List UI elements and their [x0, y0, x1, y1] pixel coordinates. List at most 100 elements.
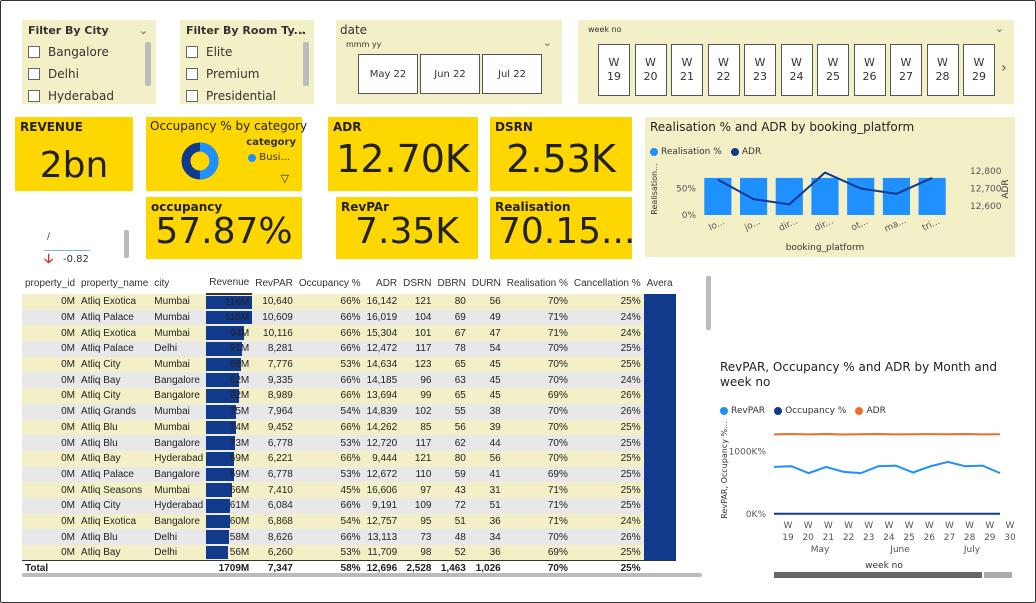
revenue-text: 73M	[229, 437, 250, 449]
week-option[interactable]: W 22	[707, 44, 740, 96]
column-header[interactable]: Cancellation %	[571, 272, 644, 294]
table-row[interactable]: 0M Atliq Palace Delhi 91M 8,281 66% 12,472 117 7…	[22, 341, 676, 357]
date-option[interactable]: Jun 22	[420, 54, 480, 94]
column-header[interactable]: DURN	[469, 272, 504, 294]
table-row[interactable]: 0M Atliq Seasons Mumbai 66M 7,410 45% 16,606 97…	[22, 482, 676, 498]
city-option[interactable]: Delhi	[28, 63, 150, 85]
column-header[interactable]: RevPAR	[252, 272, 296, 294]
chevron-down-icon[interactable]: ⌄	[543, 36, 552, 49]
date-option[interactable]: May 22	[358, 54, 418, 94]
bar-realisation[interactable]	[704, 177, 732, 215]
chevron-right-icon[interactable]: ›	[1001, 60, 1007, 76]
realisation-chart-svg[interactable]: 50% 0% 12,800 12,700 12,600 lo... jo... dir... d…	[645, 117, 1015, 257]
checkbox-icon[interactable]	[186, 90, 198, 102]
table-row[interactable]: 0M Atliq Bay Delhi 56M 6,260 53% 11,709 98 52 36 6…	[22, 545, 676, 561]
table-cell: 25%	[570, 294, 644, 310]
week-option[interactable]: W 23	[744, 44, 776, 96]
checkbox-icon[interactable]	[28, 90, 40, 102]
table-cell: 14,262	[363, 419, 401, 436]
table-row[interactable]: 0M Atliq Blu Delhi 58M 8,626 66% 13,113 73 48 34 7…	[22, 529, 676, 545]
y-tick-label: 0K%	[746, 510, 767, 520]
kpi-scrollbar[interactable]	[124, 230, 129, 258]
table-row[interactable]: 0M Atliq Exotica Bangalore 60M 6,868 54% 12,75…	[22, 513, 676, 530]
bar-realisation[interactable]	[811, 177, 839, 215]
trend-symbol: /	[47, 232, 51, 242]
table-row[interactable]: 0M Atliq Bay Hyderabad 69M 6,221 66% 9,444 121 8…	[22, 450, 676, 467]
checkbox-icon[interactable]	[186, 46, 198, 58]
trend-chart-svg[interactable]: 1000K% 0K% W 19 W 20 W 21 W 22 W 23 W 24 W 25 W 26 W 27 W 28 W…	[716, 360, 1016, 580]
column-header[interactable]: property_id	[22, 272, 78, 294]
table-cell: 24%	[570, 309, 644, 326]
column-header[interactable]: property_name	[78, 272, 151, 294]
table-cell: 0M	[22, 372, 79, 389]
city-option[interactable]: Bangalore	[28, 41, 150, 63]
room-scrollbar[interactable]	[303, 42, 309, 86]
caret-down-icon[interactable]: ▽	[281, 172, 289, 185]
city-option[interactable]: Hyderabad	[28, 85, 150, 107]
chart-hscrollbar[interactable]	[774, 572, 982, 578]
table-cell: Atliq Palace	[78, 309, 152, 326]
x-tick-label: dir...	[777, 216, 799, 233]
table-row[interactable]: 0M Atliq Blu Mumbai 74M 9,452 66% 14,262 85 56 39…	[22, 419, 676, 436]
column-header[interactable]: Realisation %	[504, 272, 571, 294]
donut-legend-item[interactable]: Busi...	[248, 152, 290, 163]
week-option[interactable]: W 24	[780, 44, 813, 96]
bar-realisation[interactable]	[740, 177, 768, 215]
table-row[interactable]: 0M Atliq City Bangalore 82M 8,989 66% 13,694 99…	[22, 388, 676, 404]
week-option[interactable]: W 26	[853, 44, 886, 96]
week-option[interactable]: W 28	[926, 44, 959, 96]
room-option[interactable]: Elite	[186, 41, 308, 63]
date-option[interactable]: Jul 22	[482, 54, 542, 94]
week-option[interactable]: W 27	[890, 44, 922, 96]
table-cell: 85	[400, 419, 435, 436]
week-option[interactable]: W 20	[634, 44, 667, 96]
week-option[interactable]: W 19	[598, 44, 630, 96]
column-header[interactable]: Revenue	[206, 272, 253, 295]
room-option[interactable]: Premium	[186, 63, 308, 85]
table-row[interactable]: 0M Atliq Palace Mumbai 115M 10,609 66% 16,019 1…	[22, 309, 676, 326]
revenue-text: 88M	[229, 359, 250, 371]
bar-realisation[interactable]	[918, 177, 946, 215]
table-row[interactable]: 0M Atliq City Hyderabad 61M 6,084 66% 9,191 109…	[22, 497, 676, 514]
table-cell: 51	[434, 513, 469, 530]
week-option[interactable]: W 25	[817, 44, 849, 96]
table-cell: 11,709	[363, 545, 401, 561]
table-row[interactable]: 0M Atliq Blu Bangalore 73M 6,778 53% 12,720 117…	[22, 435, 676, 451]
checkbox-icon[interactable]	[186, 68, 198, 80]
column-header[interactable]: city	[151, 272, 206, 294]
table-row[interactable]: 0M Atliq City Mumbai 88M 7,776 53% 14,634 123 65…	[22, 356, 676, 373]
table-hscrollbar[interactable]	[22, 573, 702, 577]
chevron-down-icon[interactable]: ⌄	[995, 22, 1004, 35]
table-row[interactable]: 0M Atliq Exotica Mumbai 116M 10,640 66% 16,142…	[22, 294, 676, 310]
column-header[interactable]: Occupancy %	[296, 272, 364, 294]
month-label: May	[811, 545, 830, 555]
chart-hscrollbar-track[interactable]	[984, 572, 1012, 578]
week-option[interactable]: W 29	[963, 44, 995, 96]
date-slicer: date mmm yy ⌄ May 22 Jun 22 Jul 22	[336, 20, 562, 104]
donut-chart[interactable]	[180, 141, 220, 181]
column-header[interactable]: Avera	[644, 272, 676, 294]
chevron-down-icon[interactable]: ⌄	[139, 24, 148, 37]
chevron-down-icon[interactable]: ⌄	[297, 24, 306, 37]
table-row[interactable]: 0M Atliq Palace Bangalore 69M 6,778 53% 12,672…	[22, 466, 676, 483]
table-row[interactable]: 0M Atliq Exotica Mumbai 94M 10,116 66% 15,304 1…	[22, 325, 676, 342]
table-cell: 102	[400, 403, 435, 420]
series-line[interactable]	[773, 460, 1001, 475]
table-row[interactable]: 0M Atliq Bay Bangalore 82M 9,335 66% 14,185 96 6…	[22, 372, 676, 389]
week-option[interactable]: W 21	[671, 44, 703, 96]
column-header[interactable]: ADR	[364, 272, 401, 294]
table-cell: 66%	[295, 325, 364, 342]
x-tick-label: 29	[984, 533, 996, 543]
checkbox-icon[interactable]	[28, 68, 40, 80]
city-scrollbar[interactable]	[145, 42, 151, 86]
checkbox-icon[interactable]	[28, 46, 40, 58]
table-row[interactable]: 0M Atliq Grands Mumbai 75M 7,964 54% 14,839 102…	[22, 403, 676, 420]
bar-realisation[interactable]	[882, 177, 910, 215]
table-vscrollbar[interactable]	[706, 276, 711, 330]
table-cell: 52	[434, 545, 469, 561]
room-option[interactable]: Presidential	[186, 85, 308, 107]
table-cell: 97	[400, 482, 435, 498]
column-header[interactable]: DBRN	[435, 272, 469, 294]
column-header[interactable]: DSRN	[400, 272, 434, 294]
y-axis-title: RevPAR, Occupancy %...	[720, 421, 729, 518]
